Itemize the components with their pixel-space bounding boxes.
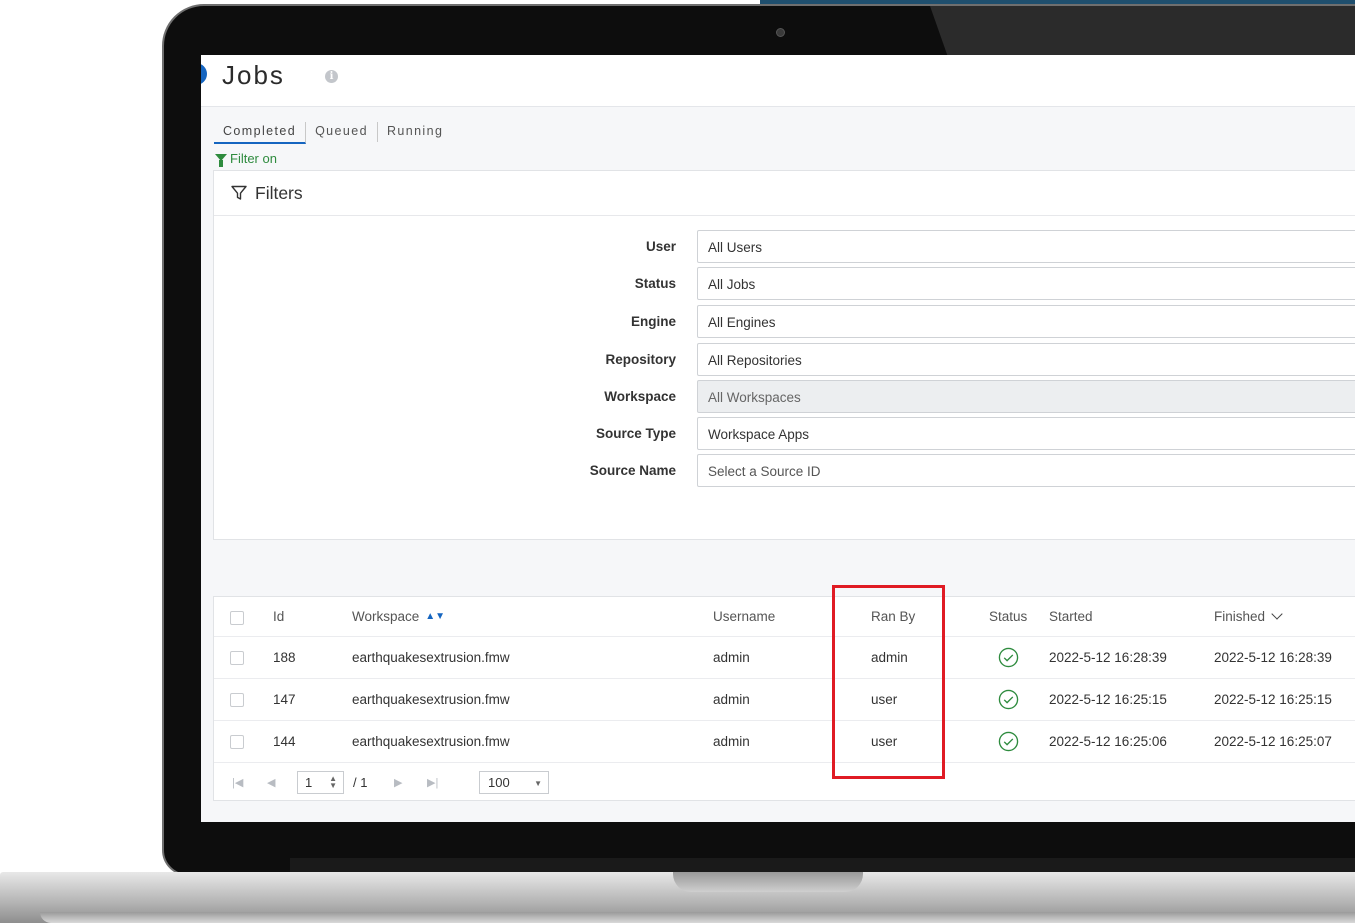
filters-heading: Filters — [255, 182, 303, 203]
page-total: / 1 — [353, 775, 368, 790]
filter-row-repository: Repository All Repositories — [214, 343, 1355, 377]
cell-finished: 2022-5-12 16:25:07 — [1214, 734, 1332, 749]
cell-workspace: earthquakesextrusion.fmw — [352, 692, 510, 707]
repository-select[interactable]: All Repositories — [697, 343, 1355, 376]
laptop-hinge — [290, 858, 1355, 872]
filter-row-source-type: Source Type Workspace Apps — [214, 417, 1355, 451]
success-check-icon — [998, 689, 1019, 710]
next-page-icon[interactable]: ▶ — [394, 776, 402, 789]
camera-icon — [776, 28, 785, 37]
table-row[interactable]: 144 earthquakesextrusion.fmw admin user … — [214, 721, 1355, 763]
row-checkbox[interactable] — [230, 651, 244, 665]
laptop-base-notch — [673, 872, 863, 892]
workspace-select: All Workspaces — [697, 380, 1355, 413]
column-header-status[interactable]: Status — [989, 609, 1027, 624]
filter-label: User — [645, 239, 676, 254]
engine-select[interactable]: All Engines — [697, 305, 1355, 338]
table-header-row: Id Workspace ▲▼ Username Ran By Status St… — [214, 597, 1355, 637]
cell-id: 188 — [273, 650, 296, 665]
cell-started: 2022-5-12 16:28:39 — [1049, 650, 1167, 665]
user-select[interactable]: All Users — [697, 230, 1355, 263]
ran-by-highlight-box — [832, 585, 945, 779]
tab-queued[interactable]: Queued — [306, 122, 378, 142]
cell-username: admin — [713, 650, 750, 665]
filter-label: Repository — [605, 352, 676, 367]
column-header-finished[interactable]: Finished — [1214, 608, 1283, 624]
filter-outline-icon — [231, 185, 247, 200]
cell-workspace: earthquakesextrusion.fmw — [352, 734, 510, 749]
source-name-select[interactable]: Select a Source ID — [697, 454, 1355, 487]
jobs-table: Id Workspace ▲▼ Username Ran By Status St… — [213, 596, 1355, 801]
cell-id: 147 — [273, 692, 296, 707]
row-checkbox[interactable] — [230, 693, 244, 707]
filter-label: Source Type — [595, 426, 676, 441]
last-page-icon[interactable]: ▶| — [427, 776, 438, 789]
prev-page-icon[interactable]: ◀ — [267, 776, 275, 789]
select-all-checkbox[interactable] — [230, 611, 244, 625]
filter-row-workspace: Workspace All Workspaces — [214, 380, 1355, 414]
filter-on-toggle[interactable]: Filter on — [215, 151, 277, 167]
page-size-select[interactable]: 100 ▼ — [479, 771, 549, 794]
job-tabs: Completed Queued Running — [214, 122, 452, 144]
spinner-icon[interactable]: ▲ ▼ — [329, 775, 337, 790]
success-check-icon — [998, 731, 1019, 752]
column-header-username[interactable]: Username — [713, 609, 775, 624]
cell-username: admin — [713, 734, 750, 749]
page-number-value: 1 — [305, 775, 313, 790]
filters-panel: Filters User All Users Status All Jobs E… — [213, 170, 1355, 540]
cell-workspace: earthquakesextrusion.fmw — [352, 650, 510, 665]
filter-label: Status — [634, 276, 676, 291]
row-checkbox[interactable] — [230, 735, 244, 749]
page-title: Jobs — [222, 60, 285, 90]
column-header-id[interactable]: Id — [273, 609, 284, 624]
page-size-value: 100 — [488, 775, 510, 790]
chevron-down-icon — [1271, 608, 1283, 620]
filter-label: Engine — [630, 314, 676, 329]
cell-started: 2022-5-12 16:25:15 — [1049, 692, 1167, 707]
filter-row-engine: Engine All Engines — [214, 305, 1355, 339]
funnel-icon — [215, 154, 227, 167]
sort-icon: ▲▼ — [425, 611, 446, 622]
laptop-lid-glare — [930, 6, 1355, 56]
laptop-base-edge — [40, 912, 1355, 923]
filter-label: Workspace — [604, 389, 676, 404]
page-number-input[interactable]: 1 ▲ ▼ — [297, 771, 344, 794]
filter-row-source-name: Source Name Select a Source ID — [214, 454, 1355, 488]
app-screen: Jobs i Completed Queued Running Filter o… — [201, 55, 1355, 822]
column-header-workspace-label: Workspace — [352, 609, 420, 624]
tab-running[interactable]: Running — [378, 122, 452, 142]
table-row[interactable]: 188 earthquakesextrusion.fmw admin admin… — [214, 637, 1355, 679]
caret-down-icon: ▼ — [534, 779, 542, 788]
first-page-icon[interactable]: |◀ — [232, 776, 243, 789]
filter-on-label: Filter on — [230, 151, 277, 166]
cell-started: 2022-5-12 16:25:06 — [1049, 734, 1167, 749]
page-header: Jobs i — [201, 55, 1355, 107]
cell-finished: 2022-5-12 16:25:15 — [1214, 692, 1332, 707]
column-header-finished-label: Finished — [1214, 609, 1266, 624]
pagination: |◀ ◀ 1 ▲ ▼ / 1 ▶ ▶| 100 ▼ — [214, 764, 1355, 801]
menu-toggle-icon[interactable] — [201, 63, 207, 85]
success-check-icon — [998, 647, 1019, 668]
filter-row-user: User All Users — [214, 230, 1355, 264]
table-row[interactable]: 147 earthquakesextrusion.fmw admin user … — [214, 679, 1355, 721]
filters-header: Filters — [214, 171, 1355, 216]
column-header-started[interactable]: Started — [1049, 609, 1093, 624]
column-header-workspace[interactable]: Workspace ▲▼ — [352, 609, 445, 624]
info-icon[interactable]: i — [325, 70, 338, 83]
cell-id: 144 — [273, 734, 296, 749]
filter-label: Source Name — [589, 463, 676, 478]
source-type-select[interactable]: Workspace Apps — [697, 417, 1355, 450]
filter-row-status: Status All Jobs — [214, 267, 1355, 301]
cell-username: admin — [713, 692, 750, 707]
tab-completed[interactable]: Completed — [214, 122, 307, 144]
status-select[interactable]: All Jobs — [697, 267, 1355, 300]
cell-finished: 2022-5-12 16:28:39 — [1214, 650, 1332, 665]
